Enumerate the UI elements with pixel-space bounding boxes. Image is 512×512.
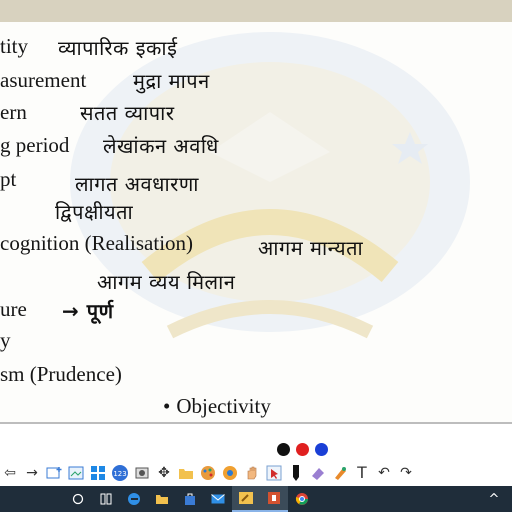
task-view-icon[interactable] [92,486,120,512]
pointer-icon[interactable] [264,463,284,483]
arrow-right-icon[interactable]: → [22,463,42,483]
typed-text: sm (Prudence) [0,362,122,386]
system-tray: ^ [480,486,512,512]
search-icon[interactable] [64,486,92,512]
windows-icon[interactable] [88,463,108,483]
hand-note-matching: आगम व्यय मिलान [97,270,236,294]
row-going-concern: ern [0,100,27,125]
bullet-objectivity: • Objectivity [163,394,271,419]
hand-note-dual-aspect: द्विपक्षीयता [55,200,134,224]
text-icon[interactable]: T [352,463,372,483]
row-consistency: y [0,328,11,353]
undo-icon[interactable]: ↶ [374,463,394,483]
move-icon[interactable]: ✥ [154,463,174,483]
tool-row: ⇦ → 123 ✥ T ↶ ↷ [0,462,430,484]
mail-icon[interactable] [204,486,232,512]
pen-color-blue[interactable] [315,443,328,456]
row-accounting-period: g period [0,133,69,158]
eraser-icon[interactable] [308,463,328,483]
edge-icon[interactable] [120,486,148,512]
hand-icon[interactable] [242,463,262,483]
zoom-icon[interactable]: 123 [110,463,130,483]
svg-text:123: 123 [113,470,126,478]
typed-text: asurement [0,68,87,92]
redo-icon[interactable]: ↷ [396,463,416,483]
hand-note-full-disclosure: → पूर्ण [62,299,114,323]
highlighter-icon[interactable] [330,463,350,483]
emblem-watermark [70,32,470,339]
row-entity: tity [0,34,28,59]
typed-text: g period [0,133,70,157]
typed-text: y [0,328,11,352]
typed-text: ure [0,297,27,321]
hand-note-entity: व्यापारिक इकाई [58,36,178,60]
hand-note-measurement: मुद्रा मापन [133,69,210,93]
hand-note-accounting-period: लेखांकन अवधि [103,134,219,158]
slide-canvas[interactable]: tity व्यापारिक इकाई asurement मुद्रा माप… [0,22,512,422]
screenshot-icon[interactable] [66,463,86,483]
arrow-left-icon[interactable]: ⇦ [0,463,20,483]
marker-icon[interactable] [286,463,306,483]
hand-note-cost-concept: लागत अवधारणा [75,172,199,196]
chrome-icon[interactable] [288,486,316,512]
windows-taskbar: ^ [0,486,512,512]
tray-chevron-icon[interactable]: ^ [480,486,508,512]
row-cost-concept: pt [0,167,16,192]
pen-color-black[interactable] [277,443,290,456]
palette-icon[interactable] [198,463,218,483]
row-conservatism: sm (Prudence) [0,362,122,387]
file-explorer-icon[interactable] [148,486,176,512]
bullet-text: Objectivity [176,394,271,418]
browser-icon[interactable] [220,463,240,483]
window-top-bar [0,0,512,22]
bullet-dot: • [163,394,171,418]
typed-text: cognition (Realisation) [0,231,194,255]
row-revenue-recognition: cognition (Realisation) [0,231,193,256]
capture-icon[interactable] [132,463,152,483]
folder-icon[interactable] [176,463,196,483]
row-measurement: asurement [0,68,86,93]
add-slide-icon[interactable] [44,463,64,483]
row-full-disclosure: ure [0,297,27,322]
whiteboard-app-icon[interactable] [232,486,260,512]
typed-text: ern [0,100,27,124]
typed-text: tity [0,34,29,58]
hand-note-going-concern: सतत व्यापार [80,101,175,125]
typed-text: pt [0,167,17,191]
store-icon[interactable] [176,486,204,512]
pen-color-red[interactable] [296,443,309,456]
powerpoint-icon[interactable] [260,486,288,512]
hand-note-revenue-recognition: आगम मान्यता [258,236,364,260]
